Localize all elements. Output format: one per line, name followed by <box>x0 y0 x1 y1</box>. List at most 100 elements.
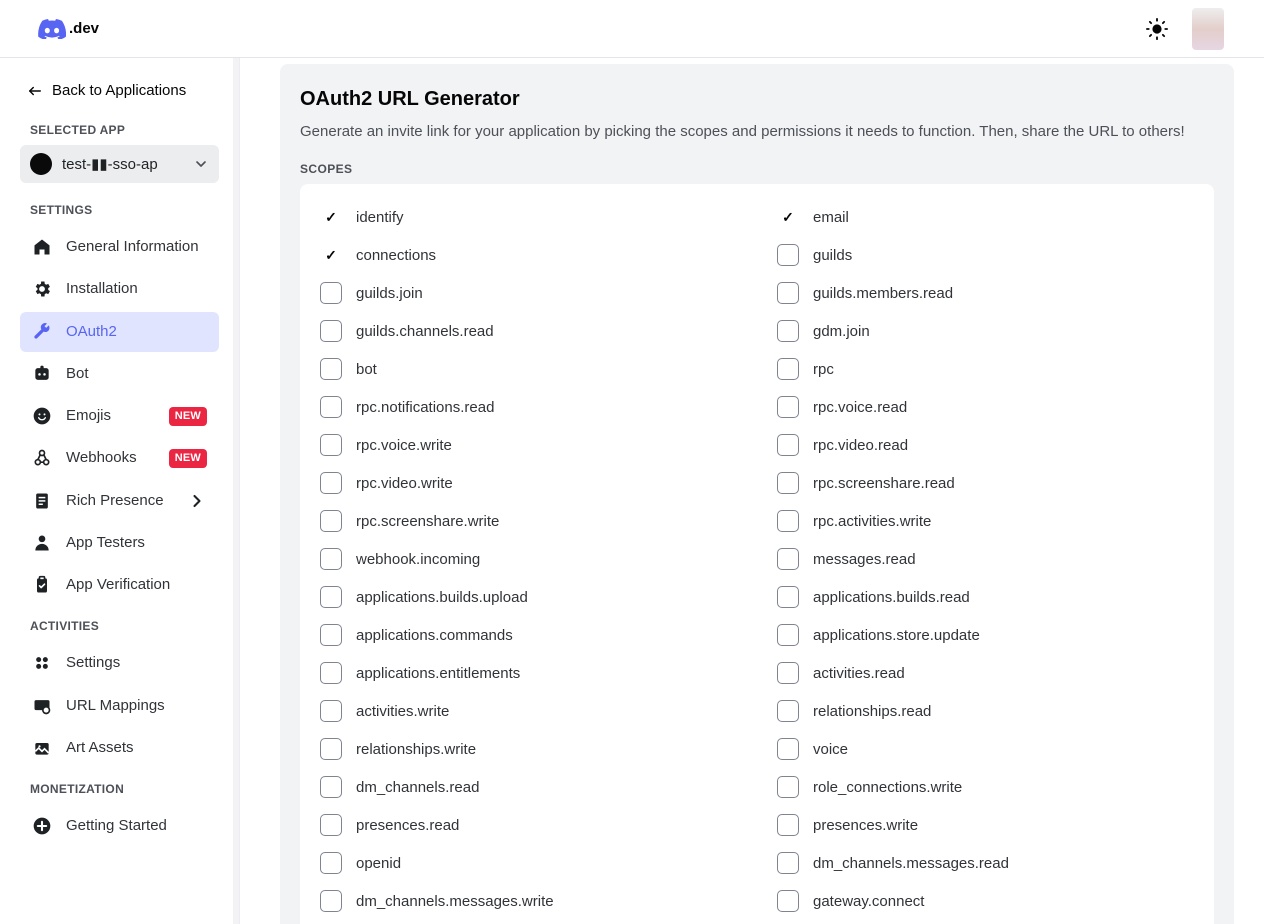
scope-checkbox[interactable] <box>777 586 799 608</box>
scope-checkbox[interactable] <box>777 662 799 684</box>
scope-rpc-voice-write[interactable]: rpc.voice.write <box>320 426 737 464</box>
scope-checkbox[interactable] <box>777 206 799 228</box>
sidebar-item-emojis[interactable]: Emojis NEW <box>20 396 219 436</box>
scope-account-global-name-update[interactable]: account.global_name.update <box>320 920 737 924</box>
scope-checkbox[interactable] <box>777 852 799 874</box>
scope-role-connections-write[interactable]: role_connections.write <box>777 768 1194 806</box>
sidebar-item-activity-settings[interactable]: Settings <box>20 643 219 683</box>
theme-toggle-button[interactable] <box>1146 18 1168 40</box>
scope-rpc-screenshare-write[interactable]: rpc.screenshare.write <box>320 502 737 540</box>
scope-checkbox[interactable] <box>320 434 342 456</box>
scope-guilds-join[interactable]: guilds.join <box>320 274 737 312</box>
scope-activities-write[interactable]: activities.write <box>320 692 737 730</box>
scope-voice[interactable]: voice <box>777 730 1194 768</box>
scope-webhook-incoming[interactable]: webhook.incoming <box>320 540 737 578</box>
scope-checkbox[interactable] <box>320 320 342 342</box>
scope-gateway-connect[interactable]: gateway.connect <box>777 882 1194 920</box>
scope-checkbox[interactable] <box>777 890 799 912</box>
scope-applications-builds-read[interactable]: applications.builds.read <box>777 578 1194 616</box>
sidebar-item-app-verification[interactable]: App Verification <box>20 565 219 605</box>
scope-checkbox[interactable] <box>777 320 799 342</box>
sidebar-item-general-information[interactable]: General Information <box>20 227 219 267</box>
scope-presences-read[interactable]: presences.read <box>320 806 737 844</box>
scope-checkbox[interactable] <box>777 396 799 418</box>
scope-openid[interactable]: openid <box>320 844 737 882</box>
sidebar-item-oauth2[interactable]: OAuth2 <box>20 312 219 352</box>
sidebar-item-rich-presence[interactable]: Rich Presence <box>20 481 219 521</box>
scope-checkbox[interactable] <box>777 548 799 570</box>
scope-dm-channels-messages-read[interactable]: dm_channels.messages.read <box>777 844 1194 882</box>
scope-identify[interactable]: identify <box>320 198 737 236</box>
sidebar-item-art-assets[interactable]: Art Assets <box>20 728 219 768</box>
scope-checkbox[interactable] <box>320 282 342 304</box>
scope-checkbox[interactable] <box>320 244 342 266</box>
scope-checkbox[interactable] <box>320 548 342 570</box>
scope-rpc-notifications-read[interactable]: rpc.notifications.read <box>320 388 737 426</box>
scope-applications-builds-upload[interactable]: applications.builds.upload <box>320 578 737 616</box>
scope-checkbox[interactable] <box>320 358 342 380</box>
scope-relationships-read[interactable]: relationships.read <box>777 692 1194 730</box>
scope-checkbox[interactable] <box>777 510 799 532</box>
sidebar-item-bot[interactable]: Bot <box>20 354 219 394</box>
scope-guilds[interactable]: guilds <box>777 236 1194 274</box>
scope-checkbox[interactable] <box>777 472 799 494</box>
scope-checkbox[interactable] <box>777 244 799 266</box>
scope-rpc-video-write[interactable]: rpc.video.write <box>320 464 737 502</box>
scope-gdm-join[interactable]: gdm.join <box>777 312 1194 350</box>
scope-checkbox[interactable] <box>777 282 799 304</box>
scope-checkbox[interactable] <box>777 434 799 456</box>
scope-applications-store-update[interactable]: applications.store.update <box>777 616 1194 654</box>
sidebar-item-url-mappings[interactable]: URL Mappings <box>20 686 219 726</box>
scope-checkbox[interactable] <box>320 624 342 646</box>
scope-checkbox[interactable] <box>777 700 799 722</box>
monetization-heading: MONETIZATION <box>20 770 219 804</box>
scope-email[interactable]: email <box>777 198 1194 236</box>
scope-checkbox[interactable] <box>777 814 799 836</box>
scope-dm-channels-read[interactable]: dm_channels.read <box>320 768 737 806</box>
scope-bot[interactable]: bot <box>320 350 737 388</box>
scope-applications-entitlements[interactable]: applications.entitlements <box>320 654 737 692</box>
scope-checkbox[interactable] <box>777 738 799 760</box>
app-selector[interactable]: test-▮▮-sso-ap <box>20 145 219 183</box>
scope-label: dm_channels.read <box>356 779 479 796</box>
scope-presences-write[interactable]: presences.write <box>777 806 1194 844</box>
scope-rpc-voice-read[interactable]: rpc.voice.read <box>777 388 1194 426</box>
scope-checkbox[interactable] <box>320 662 342 684</box>
scope-checkbox[interactable] <box>777 624 799 646</box>
activities-heading: ACTIVITIES <box>20 607 219 641</box>
scope-rpc-video-read[interactable]: rpc.video.read <box>777 426 1194 464</box>
scope-checkbox[interactable] <box>320 852 342 874</box>
avatar[interactable] <box>1192 8 1224 50</box>
scope-checkbox[interactable] <box>320 510 342 532</box>
scope-rpc[interactable]: rpc <box>777 350 1194 388</box>
scope-activities-read[interactable]: activities.read <box>777 654 1194 692</box>
scope-checkbox[interactable] <box>320 396 342 418</box>
sidebar-item-getting-started[interactable]: Getting Started <box>20 806 219 846</box>
scope-messages-read[interactable]: messages.read <box>777 540 1194 578</box>
scope-rpc-screenshare-read[interactable]: rpc.screenshare.read <box>777 464 1194 502</box>
scope-checkbox[interactable] <box>320 738 342 760</box>
scope-checkbox[interactable] <box>320 700 342 722</box>
scope-dm-channels-messages-write[interactable]: dm_channels.messages.write <box>320 882 737 920</box>
scope-checkbox[interactable] <box>777 776 799 798</box>
scope-relationships-write[interactable]: relationships.write <box>320 730 737 768</box>
scope-connections[interactable]: connections <box>320 236 737 274</box>
scope-label: presences.read <box>356 817 459 834</box>
sidebar-item-installation[interactable]: Installation <box>20 269 219 309</box>
scope-checkbox[interactable] <box>777 358 799 380</box>
back-to-applications[interactable]: Back to Applications <box>20 70 219 111</box>
scope-checkbox[interactable] <box>320 814 342 836</box>
sidebar-item-webhooks[interactable]: Webhooks NEW <box>20 438 219 478</box>
scope-checkbox[interactable] <box>320 206 342 228</box>
scope-rpc-activities-write[interactable]: rpc.activities.write <box>777 502 1194 540</box>
scope-guilds-channels-read[interactable]: guilds.channels.read <box>320 312 737 350</box>
scope-checkbox[interactable] <box>320 586 342 608</box>
scope-payment-sources-country-code[interactable]: payment_sources.country_code <box>777 920 1194 924</box>
scope-checkbox[interactable] <box>320 472 342 494</box>
sidebar-item-app-testers[interactable]: App Testers <box>20 523 219 563</box>
scope-checkbox[interactable] <box>320 776 342 798</box>
scope-checkbox[interactable] <box>320 890 342 912</box>
scope-applications-commands[interactable]: applications.commands <box>320 616 737 654</box>
brand-logo[interactable]: .dev <box>38 19 99 39</box>
scope-guilds-members-read[interactable]: guilds.members.read <box>777 274 1194 312</box>
